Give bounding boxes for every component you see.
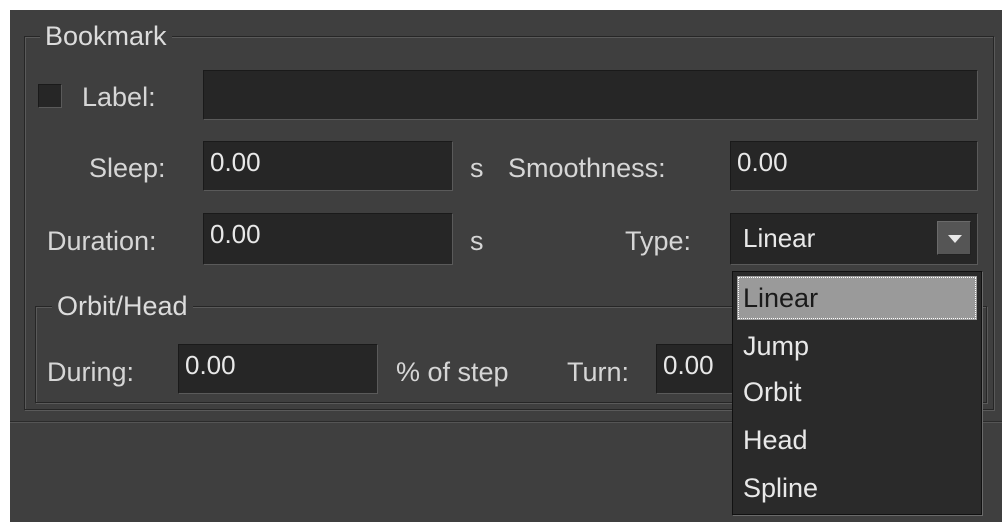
sleep-label: Sleep: — [89, 153, 166, 183]
turn-label: Turn: — [567, 357, 630, 387]
type-option-jump[interactable]: Jump — [737, 324, 977, 368]
duration-label: Duration: — [47, 226, 157, 256]
smoothness-label: Smoothness: — [508, 153, 666, 183]
duration-input[interactable]: 0.00 — [203, 213, 453, 265]
type-select-value: Linear — [743, 223, 816, 253]
chevron-down-icon — [948, 235, 962, 243]
type-option-orbit[interactable]: Orbit — [737, 370, 977, 414]
label-label: Label: — [82, 82, 156, 112]
type-option-spline[interactable]: Spline — [737, 466, 977, 510]
sleep-input[interactable]: 0.00 — [203, 141, 453, 191]
type-label: Type: — [625, 226, 692, 256]
during-label: During: — [47, 357, 135, 387]
duration-unit: s — [470, 226, 484, 256]
sleep-unit: s — [470, 153, 484, 183]
orbit-head-group-title: Orbit/Head — [52, 291, 193, 321]
type-dropdown-list: Linear Jump Orbit Head Spline — [732, 271, 982, 515]
type-dropdown-button[interactable] — [937, 221, 971, 255]
label-checkbox[interactable] — [38, 84, 62, 108]
bookmark-group-title: Bookmark — [40, 21, 172, 51]
type-option-linear[interactable]: Linear — [737, 276, 977, 320]
type-option-head[interactable]: Head — [737, 418, 977, 462]
label-input[interactable] — [203, 70, 978, 120]
smoothness-input[interactable]: 0.00 — [730, 141, 978, 191]
during-input[interactable]: 0.00 — [178, 344, 378, 394]
during-unit: % of step — [396, 357, 509, 387]
